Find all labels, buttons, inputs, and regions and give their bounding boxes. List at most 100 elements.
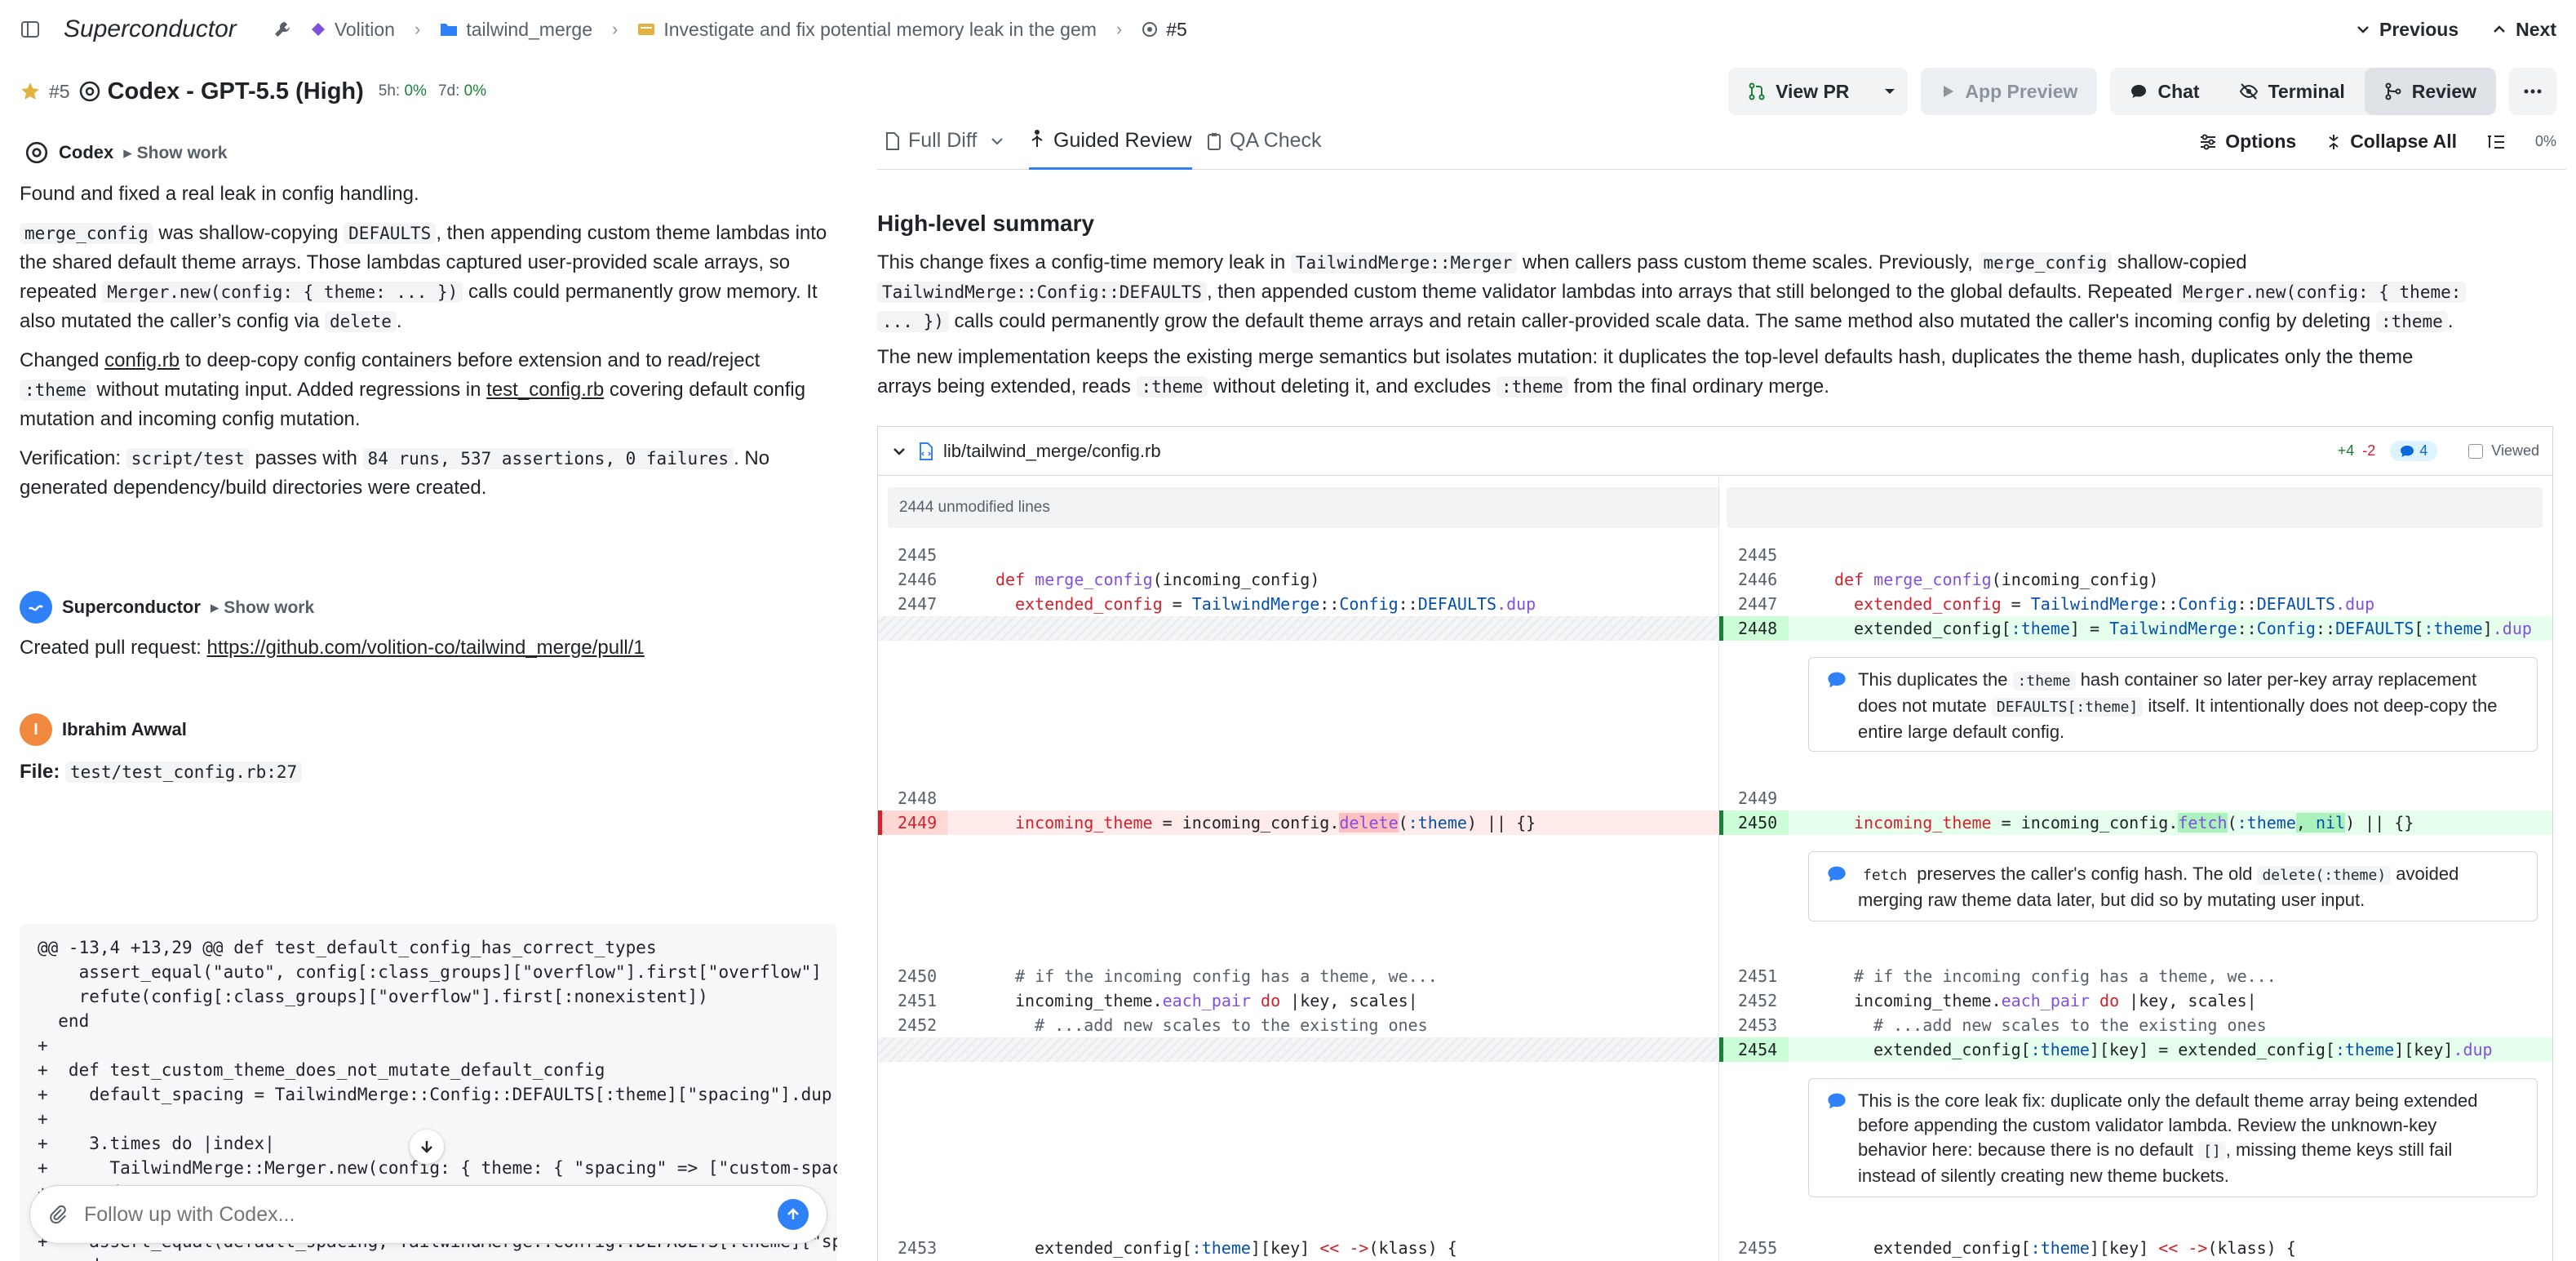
next-button[interactable]: Next [2491, 19, 2556, 41]
breadcrumb-workspace[interactable]: Volition [335, 19, 395, 41]
chevron-down-icon[interactable] [891, 443, 907, 460]
diff-file-path[interactable]: lib/tailwind_merge/config.rb [943, 441, 1161, 462]
text: without mutating input. Added regression… [91, 379, 487, 401]
unmodified-lines-banner-right[interactable] [1727, 487, 2543, 528]
review-button[interactable]: Review [2364, 68, 2496, 115]
review-label: Review [2411, 80, 2476, 102]
session-number: #5 [49, 80, 70, 102]
breadcrumb-separator: › [612, 19, 619, 39]
breadcrumb-repo[interactable]: tailwind_merge [466, 19, 592, 41]
breadcrumb-task[interactable]: Investigate and fix potential memory lea… [663, 19, 1097, 41]
review-comment-2[interactable]: fetch preserves the caller's config hash… [1808, 851, 2538, 921]
view-pr-button[interactable]: View PR [1728, 68, 1909, 115]
usage-5h-value: 0% [404, 82, 427, 100]
token: extended_config[ [1035, 1238, 1192, 1258]
text: hash container so later per-key array re… [2075, 669, 2477, 690]
chevron-down-icon [2355, 21, 2371, 38]
tab-label: QA Check [1230, 129, 1322, 152]
token: extended_config [1015, 594, 1163, 614]
token: delete [1339, 813, 1399, 833]
token: incoming_config. [2020, 813, 2179, 833]
token: extended_config[ [1873, 1040, 2031, 1059]
viewed-checkbox[interactable] [2468, 443, 2484, 459]
inline-code: Merger.new(config: { theme: [2178, 282, 2467, 303]
follow-up-input[interactable] [84, 1202, 778, 1227]
token: ) || {} [1466, 813, 1536, 833]
token: (incoming_config) [1991, 570, 2159, 589]
tab-qa-check[interactable]: QA Check [1207, 129, 1322, 153]
line-number: 2447 [898, 594, 938, 614]
token: incoming_theme. [1854, 991, 2002, 1010]
chat-button[interactable]: Chat [2110, 68, 2219, 115]
token: (incoming_config) [1152, 570, 1320, 589]
file-value[interactable]: test/test_config.rb:27 [65, 761, 303, 783]
token: = [1162, 594, 1192, 614]
usage-7d-value: 0% [463, 82, 487, 100]
ellipsis-icon [2524, 89, 2542, 94]
code-line: def merge_config(incoming_config) [995, 567, 1319, 592]
text: from the final ordinary merge. [1567, 375, 1829, 397]
more-button[interactable] [2509, 68, 2556, 115]
list-tree-icon[interactable] [2486, 133, 2506, 151]
wrench-icon [273, 20, 292, 39]
chat-panel: Codex ▸ Show work Found and fixed a real… [0, 124, 849, 1261]
previous-button[interactable]: Previous [2355, 19, 2459, 41]
breadcrumb-session[interactable]: #5 [1166, 19, 1187, 41]
comment-count-badge[interactable]: 4 [2390, 441, 2438, 461]
send-button[interactable] [778, 1199, 809, 1230]
review-panel: Full Diff Guided Review QA Check Options… [877, 124, 2566, 1261]
token: extended_config[ [1873, 1238, 2031, 1258]
line-number: 2451 [1738, 966, 1778, 986]
chevron-down-icon[interactable] [1883, 85, 1896, 98]
options-button[interactable]: Options [2199, 131, 2296, 153]
review-comment-1[interactable]: This duplicates the :theme hash containe… [1808, 657, 2538, 752]
collapse-all-button[interactable]: Collapse All [2325, 131, 2457, 153]
unmodified-lines-banner[interactable]: 2444 unmodified lines [888, 487, 1720, 528]
line-number: 2454 [1738, 1040, 1778, 1059]
token: :theme [2237, 813, 2296, 833]
token: ( [1398, 813, 1408, 833]
star-icon[interactable] [20, 81, 41, 102]
line-number: 2447 [1738, 594, 1778, 614]
token: = [2001, 594, 2031, 614]
show-work-toggle[interactable]: ▸ Show work [123, 143, 227, 163]
text: itself. It intentionally does not deep-c… [2143, 695, 2498, 716]
token: (klass) { [2207, 1238, 2296, 1258]
code-snippet-line: @@ -13,4 +13,29 @@ def test_default_conf… [38, 938, 657, 957]
play-icon [1940, 84, 1955, 99]
diff-body: 2444 unmodified lines 2445 2445 2446 def… [877, 475, 2553, 1261]
sidebar-toggle-icon[interactable] [20, 19, 41, 40]
inline-code: fetch [1863, 867, 1908, 884]
token: fetch [2178, 813, 2228, 833]
inline-code: delete [324, 311, 397, 332]
line-number: 2455 [1738, 1238, 1778, 1258]
scroll-down-button[interactable] [410, 1130, 444, 1164]
chat-label: Chat [2157, 80, 2200, 102]
pull-request-link[interactable]: https://github.com/volition-co/tailwind_… [206, 637, 644, 659]
tab-guided-review[interactable]: Guided Review [1029, 129, 1192, 170]
msg-paragraph-2: merge_config was shallow-copying DEFAULT… [20, 219, 836, 336]
inline-code: merge_config [20, 223, 153, 244]
terminal-button[interactable]: Terminal [2219, 68, 2365, 115]
code-line: extended_config[:theme][key] << ->(klass… [1873, 1236, 2296, 1260]
file-link-config[interactable]: config.rb [104, 349, 180, 371]
text: when callers pass custom theme scales. P… [1517, 251, 1979, 273]
app-preview-button[interactable]: App Preview [1921, 68, 2098, 115]
show-work-toggle[interactable]: ▸ Show work [211, 597, 314, 618]
text: Verification: [20, 447, 126, 469]
code-snippet-line: + [38, 1109, 48, 1129]
tab-label: Guided Review [1053, 129, 1192, 152]
code-snippet-line: + [38, 1036, 48, 1055]
options-label: Options [2225, 131, 2297, 152]
tab-full-diff[interactable]: Full Diff [885, 129, 1004, 153]
review-comment-3[interactable]: This is the core leak fix: duplicate onl… [1808, 1078, 2538, 1197]
token: TailwindMerge [2030, 594, 2159, 614]
token: merge_config [1873, 570, 1992, 589]
paperclip-icon[interactable] [48, 1205, 68, 1224]
line-number: 2448 [898, 788, 938, 808]
chevron-down-icon [990, 134, 1004, 149]
token: extended_config [1854, 594, 2002, 614]
file-link-test-config[interactable]: test_config.rb [486, 379, 604, 401]
token: do [2090, 991, 2120, 1010]
